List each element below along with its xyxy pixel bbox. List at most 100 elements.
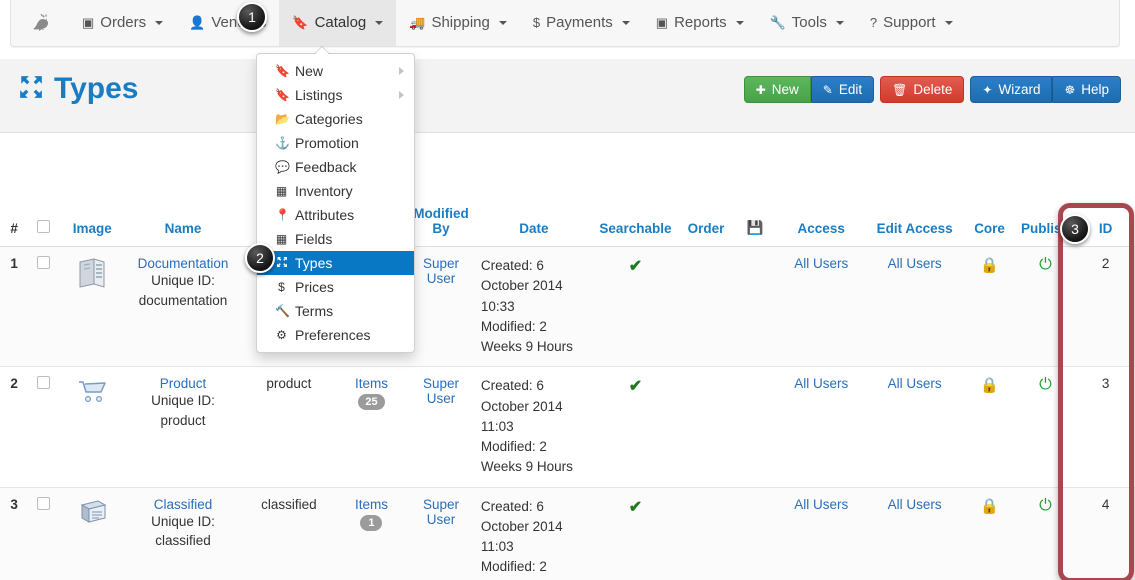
row-created-date: Created: 6 October 2014 10:33 — [480, 258, 563, 314]
row-core-cell[interactable]: 🔒 — [964, 246, 1015, 368]
main-navbar: ▣ Orders 👤 Vendors 🔖 Catalog 🚚 Shipping … — [10, 0, 1120, 47]
col-header-searchable[interactable]: Searchable — [590, 198, 680, 247]
menu-item-label: Inventory — [295, 183, 353, 199]
nav-item-support[interactable]: ? Support — [857, 0, 966, 46]
row-checkbox[interactable] — [36, 496, 50, 510]
menu-item-feedback[interactable]: 💬 Feedback — [257, 155, 414, 179]
row-name-link[interactable]: Product — [160, 376, 207, 391]
callout-badge-2: 2 — [245, 243, 275, 273]
row-modified-by-cell: Super User — [405, 366, 477, 488]
menu-item-fields[interactable]: ▦ Fields — [257, 227, 414, 251]
edit-button-label: Edit — [838, 82, 863, 97]
menu-item-categories[interactable]: 📂 Categories — [257, 107, 414, 131]
list-alt-icon: ▦ — [275, 184, 288, 198]
row-core-cell[interactable]: 🔒 — [964, 487, 1015, 580]
menu-item-label: Prices — [295, 279, 334, 295]
row-publish-cell[interactable]: ⏻ — [1014, 487, 1077, 580]
col-header-edit-access[interactable]: Edit Access — [864, 198, 965, 247]
row-items-count: 1 — [360, 514, 383, 531]
menu-item-types[interactable]: Types — [257, 251, 414, 275]
app-root: ▣ Orders 👤 Vendors 🔖 Catalog 🚚 Shipping … — [0, 0, 1135, 580]
table-row: 2 Product Unique ID: product product Ite… — [0, 366, 1135, 488]
menu-item-label: Listings — [295, 87, 343, 103]
col-header-modified-by[interactable]: Modified By — [405, 198, 477, 247]
menu-item-promotion[interactable]: ⚓ Promotion — [257, 131, 414, 155]
lock-icon: 🔒 — [980, 377, 999, 395]
catalog-dropdown-menu: 🔖 New 🔖 Listings 📂 Categories ⚓ Promotio… — [256, 46, 415, 353]
menu-item-label: Fields — [295, 231, 333, 247]
menu-item-attributes[interactable]: 📍 Attributes — [257, 203, 414, 227]
row-publish-cell[interactable]: ⏻ — [1014, 366, 1077, 488]
nav-item-orders[interactable]: ▣ Orders — [69, 0, 176, 46]
nav-item-label: Reports — [674, 14, 727, 31]
row-searchable-cell[interactable]: ✔ — [590, 366, 680, 488]
row-searchable-cell[interactable]: ✔ — [590, 246, 680, 368]
nav-item-shipping[interactable]: 🚚 Shipping — [396, 0, 520, 46]
menu-item-label: Feedback — [295, 159, 357, 175]
row-name-link[interactable]: Classified — [154, 497, 213, 512]
new-edit-group: ✚ New ✎ Edit — [743, 76, 875, 103]
row-searchable-cell[interactable]: ✔ — [590, 487, 680, 580]
nav-item-tools[interactable]: 🔧 Tools — [757, 0, 857, 46]
row-items-link[interactable]: Items — [355, 497, 388, 512]
col-header-image[interactable]: Image — [58, 198, 126, 247]
row-checkbox[interactable] — [36, 256, 50, 269]
row-name-link[interactable]: Documentation — [138, 256, 229, 271]
row-edit-access-link[interactable]: All Users — [888, 256, 942, 271]
col-header-save[interactable]: 💾 — [732, 198, 778, 247]
menu-item-prices[interactable]: $ Prices — [257, 275, 414, 299]
row-modified-by-link[interactable]: Super User — [423, 497, 459, 527]
col-header-name[interactable]: Name — [125, 198, 241, 247]
chevron-down-icon — [835, 21, 844, 25]
col-header-core[interactable]: Core — [964, 198, 1015, 247]
row-items-link[interactable]: Items — [355, 376, 388, 391]
row-edit-access-link[interactable]: All Users — [888, 497, 942, 512]
row-number: 1 — [0, 246, 29, 368]
row-access-link[interactable]: All Users — [794, 256, 848, 271]
cogs-icon: ⚙ — [276, 328, 287, 342]
arrows-alt-icon — [275, 256, 288, 271]
new-button[interactable]: ✚ New — [743, 76, 811, 103]
col-header-access[interactable]: Access — [777, 198, 865, 247]
wizard-button-label: Wizard — [998, 82, 1041, 97]
menu-item-listings[interactable]: 🔖 Listings — [257, 83, 414, 107]
row-access-link[interactable]: All Users — [794, 497, 848, 512]
col-header-checkbox[interactable] — [28, 198, 59, 247]
types-table: # Image Name Alias Items Modified By Dat… — [0, 198, 1135, 580]
col-header-order[interactable]: Order — [679, 198, 733, 247]
help-button[interactable]: ☸ Help — [1052, 76, 1121, 103]
menu-item-terms[interactable]: 🔨 Terms — [257, 299, 414, 323]
dollar-icon: $ — [278, 280, 285, 294]
row-order — [679, 366, 733, 488]
chevron-right-icon — [399, 91, 404, 99]
nav-item-catalog[interactable]: 🔖 Catalog — [279, 0, 397, 46]
brand-logo[interactable] — [11, 13, 69, 33]
row-modified-by-cell: Super User — [405, 246, 477, 368]
menu-item-new[interactable]: 🔖 New — [257, 59, 414, 83]
row-core-cell[interactable]: 🔒 — [964, 366, 1015, 488]
nav-item-reports[interactable]: ▣ Reports — [643, 0, 757, 46]
row-checkbox-cell[interactable] — [28, 487, 59, 580]
wizard-button[interactable]: ✦ Wizard — [970, 76, 1053, 103]
row-checkbox-cell[interactable] — [28, 246, 59, 368]
row-edit-access-link[interactable]: All Users — [888, 376, 942, 391]
menu-item-inventory[interactable]: ▦ Inventory — [257, 179, 414, 203]
row-order — [679, 487, 733, 580]
row-date-cell: Created: 6 October 2014 11:03 Modified: … — [476, 366, 591, 488]
row-checkbox[interactable] — [36, 376, 50, 390]
page-title: Types — [18, 72, 138, 106]
menu-item-preferences[interactable]: ⚙ Preferences — [257, 323, 414, 347]
select-all-checkbox[interactable] — [36, 220, 50, 233]
col-header-date[interactable]: Date — [476, 198, 591, 247]
row-access-link[interactable]: All Users — [794, 376, 848, 391]
delete-button[interactable]: 🗑 Delete — [880, 76, 965, 103]
check-icon: ✔ — [628, 378, 643, 396]
edit-button[interactable]: ✎ Edit — [810, 76, 875, 103]
row-checkbox-cell[interactable] — [28, 366, 59, 488]
row-modified-by-link[interactable]: Super User — [423, 256, 459, 286]
nav-item-payments[interactable]: $ Payments — [520, 0, 643, 46]
row-alias: product — [240, 366, 338, 488]
row-image-cell — [58, 487, 126, 580]
row-publish-cell[interactable]: ⏻ — [1014, 246, 1077, 368]
row-modified-by-link[interactable]: Super User — [423, 376, 459, 406]
